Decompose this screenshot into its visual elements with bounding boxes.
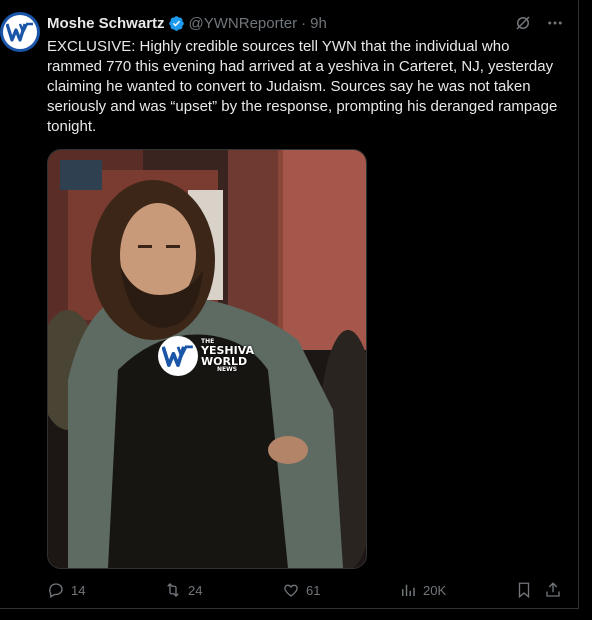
watermark-line-4: NEWS: [217, 366, 238, 373]
tweet-actions: 14 24 61 20K: [47, 580, 567, 600]
author-avatar[interactable]: [0, 12, 40, 52]
ywn-watermark-logo-icon: [158, 336, 198, 376]
bookmark-icon: [518, 582, 530, 599]
share-icon: [546, 582, 560, 597]
reply-icon: [49, 583, 63, 598]
share-button[interactable]: [544, 581, 562, 599]
repost-icon: [167, 583, 179, 597]
verified-badge-icon: [168, 15, 184, 31]
grok-icon[interactable]: [514, 14, 532, 32]
separator-dot: ·: [301, 14, 307, 32]
tweet-time[interactable]: 9h: [310, 15, 327, 32]
reply-button[interactable]: 14: [47, 581, 85, 599]
like-button[interactable]: 61: [282, 581, 320, 599]
reply-count: 14: [71, 582, 86, 598]
bookmark-button[interactable]: [515, 581, 533, 599]
tweet-media-video[interactable]: THE YESHIVA WORLD NEWS: [47, 149, 367, 569]
heart-icon: [284, 584, 298, 597]
ywn-logo-icon: [3, 15, 37, 49]
repost-count: 24: [188, 582, 203, 598]
ywn-watermark: THE YESHIVA WORLD NEWS: [158, 336, 254, 376]
repost-button[interactable]: 24: [164, 581, 202, 599]
tweet-card[interactable]: Moshe Schwartz @YWNReporter · 9h EXCLUSI…: [0, 0, 579, 609]
tweet-header: Moshe Schwartz @YWNReporter · 9h: [47, 13, 564, 33]
author-handle[interactable]: @YWNReporter: [189, 15, 298, 32]
views-icon: [402, 584, 415, 596]
views-count: 20K: [423, 582, 447, 598]
tweet-text: EXCLUSIVE: Highly credible sources tell …: [47, 38, 558, 135]
like-count: 61: [306, 582, 321, 598]
author-name[interactable]: Moshe Schwartz: [47, 15, 165, 32]
more-icon[interactable]: [546, 14, 564, 32]
views-button[interactable]: 20K: [399, 581, 446, 599]
